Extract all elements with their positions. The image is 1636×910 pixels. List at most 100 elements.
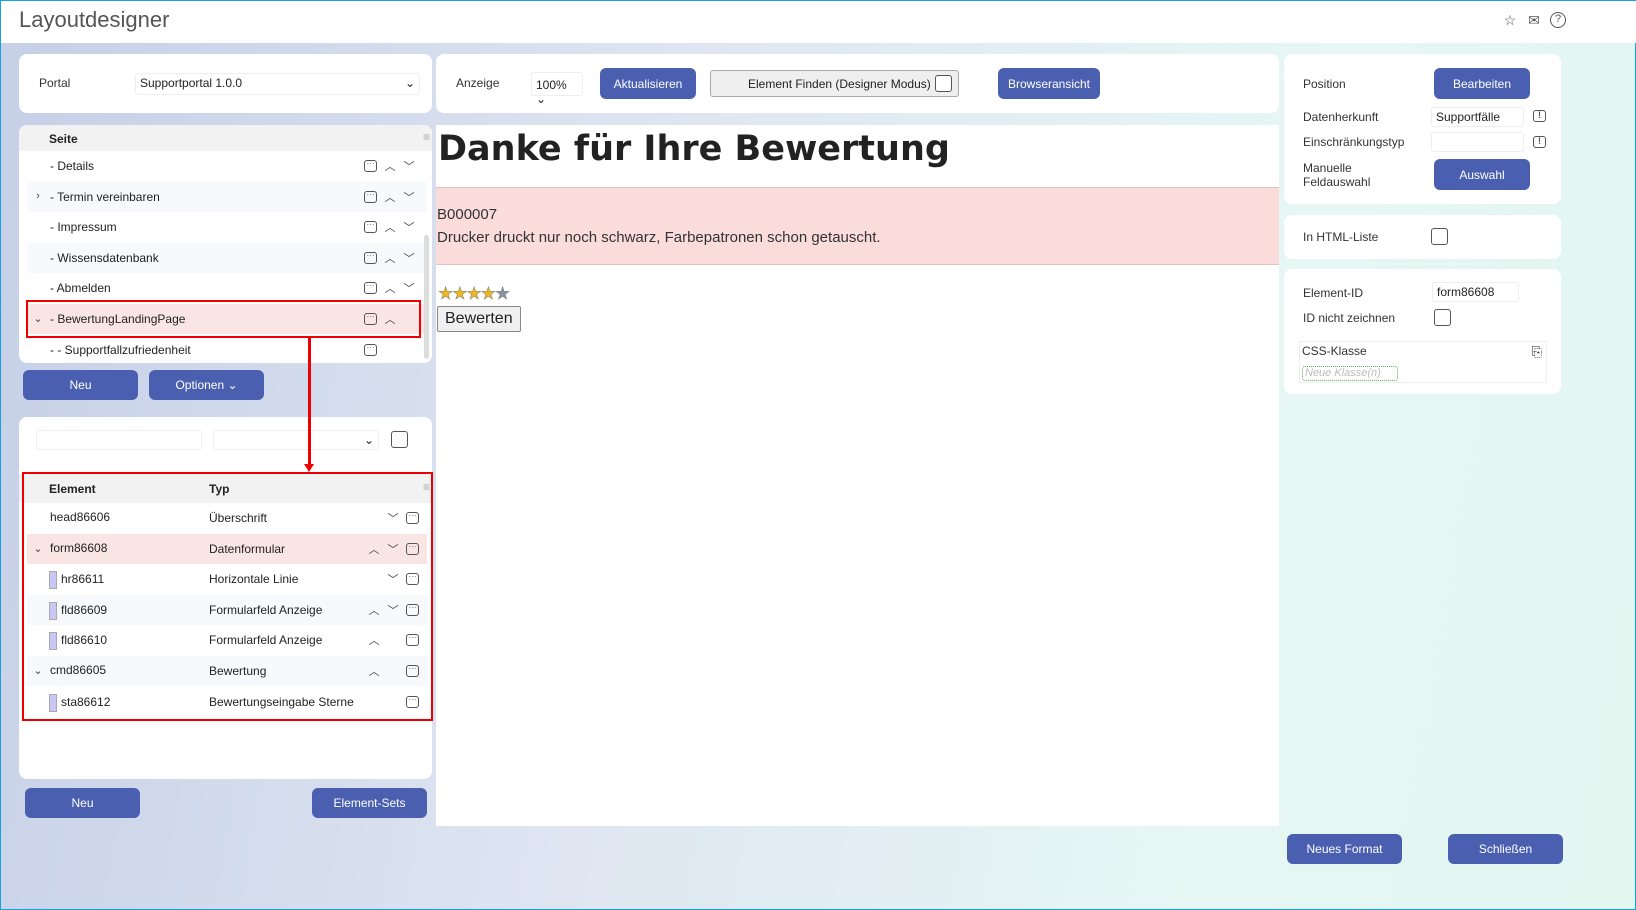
element-sets-button[interactable]: Element-Sets: [312, 788, 427, 818]
restriction-label: Einschränkungstyp: [1303, 135, 1405, 149]
pages-header-label: Seite: [49, 132, 78, 146]
star-icon[interactable]: ★: [480, 284, 496, 304]
no-id-checkbox[interactable]: [1434, 309, 1451, 326]
move-up-icon[interactable]: ︿: [383, 219, 397, 235]
star-icon[interactable]: ★: [452, 284, 468, 304]
new-format-button[interactable]: Neues Format: [1287, 834, 1402, 864]
source-field[interactable]: Supportfälle: [1431, 107, 1524, 127]
move-down-icon[interactable]: ﹀: [402, 250, 416, 266]
zoom-label: Anzeige: [456, 76, 500, 90]
move-down-icon[interactable]: ﹀: [402, 219, 416, 235]
more-icon[interactable]: ···: [364, 282, 377, 295]
html-list-panel: In HTML-Liste: [1284, 215, 1561, 259]
page-label: - Abmelden: [50, 281, 111, 296]
page-label: - Termin vereinbaren: [50, 189, 160, 204]
star-rating[interactable]: ★★★★★: [438, 284, 511, 304]
move-up-icon[interactable]: ︿: [383, 158, 397, 174]
move-up-icon[interactable]: ︿: [383, 250, 397, 266]
more-icon[interactable]: ···: [364, 251, 377, 264]
more-icon[interactable]: ···: [364, 160, 377, 172]
arrow-head-icon: [304, 464, 314, 472]
css-class-box: CSS-Klasse ⎘ Neue Klasse(n): [1299, 341, 1547, 383]
browser-view-button[interactable]: Browseransicht: [998, 68, 1100, 99]
element-properties-panel: Element-ID form86608 ID nicht zeichnen C…: [1284, 269, 1561, 394]
type-filter-select[interactable]: ⌄: [213, 430, 379, 450]
find-element-label: Element Finden (Designer Modus): [748, 77, 931, 91]
zoom-value: 100%: [536, 78, 567, 92]
toolbar: Anzeige 100% ⌄ Aktualisieren Element Fin…: [436, 54, 1279, 113]
page-item[interactable]: - Details ··· ︿ ﹀: [27, 151, 427, 181]
help-icon[interactable]: ?: [1550, 12, 1566, 28]
find-element-toggle[interactable]: Element Finden (Designer Modus): [710, 70, 959, 97]
move-down-icon[interactable]: ﹀: [402, 158, 416, 174]
mail-icon[interactable]: ✉: [1526, 12, 1542, 28]
column-menu-icon[interactable]: ≡: [423, 130, 430, 144]
page-label: - Impressum: [50, 220, 117, 235]
element-id-field[interactable]: form86608: [1432, 282, 1519, 302]
chevron-down-icon: ⌄: [404, 76, 415, 90]
more-icon[interactable]: ···: [364, 221, 377, 234]
preview-canvas: Danke für Ihre Bewertung B000007 Drucker…: [436, 125, 1279, 826]
find-element-checkbox[interactable]: [935, 75, 952, 92]
more-icon[interactable]: ···: [364, 343, 377, 356]
portal-select[interactable]: Supportportal 1.0.0 ⌄: [135, 73, 420, 95]
chevron-down-icon: ⌄: [363, 433, 374, 447]
move-down-icon[interactable]: ﹀: [402, 189, 416, 205]
options-button[interactable]: Optionen ⌄: [149, 370, 264, 400]
page-item[interactable]: - - Supportfallzufriedenheit ···: [27, 335, 427, 363]
no-id-label: ID nicht zeichnen: [1303, 311, 1396, 325]
css-class-label: CSS-Klasse: [1302, 344, 1367, 358]
page-label: - Wissensdatenbank: [50, 250, 159, 265]
preview-heading[interactable]: Danke für Ihre Bewertung: [438, 129, 950, 169]
page-item[interactable]: - Impressum ··· ︿ ﹀: [27, 212, 427, 242]
source-label: Datenherkunft: [1303, 110, 1379, 124]
edit-position-button[interactable]: Bearbeiten: [1434, 68, 1530, 99]
element-filter-input[interactable]: [36, 430, 202, 450]
filter-checkbox[interactable]: [391, 431, 408, 448]
html-list-checkbox[interactable]: [1431, 228, 1448, 245]
new-element-button[interactable]: Neu: [25, 788, 140, 818]
title-bar: [1, 1, 1636, 43]
case-id: B000007: [437, 206, 498, 223]
copy-icon[interactable]: ⎘: [1532, 344, 1542, 360]
warning-icon[interactable]: !: [1533, 110, 1546, 122]
star-icon[interactable]: ★: [466, 284, 482, 304]
page-label: - Details: [50, 159, 95, 173]
data-properties-panel: Position Bearbeiten Datenherkunft Suppor…: [1284, 54, 1561, 204]
annotation-box-elements: [22, 472, 433, 721]
restriction-field[interactable]: [1431, 132, 1524, 152]
move-down-icon[interactable]: ﹀: [402, 280, 416, 296]
pages-header: Seite ≡: [19, 125, 432, 151]
position-label: Position: [1303, 77, 1346, 91]
page-item[interactable]: - Wissensdatenbank ··· ︿ ﹀: [27, 242, 427, 273]
select-fields-button[interactable]: Auswahl: [1434, 159, 1530, 190]
annotation-arrow: [308, 338, 311, 466]
zoom-select[interactable]: 100% ⌄: [531, 72, 583, 106]
portal-label: Portal: [39, 76, 71, 90]
warning-icon[interactable]: !: [1533, 136, 1546, 148]
preview-form[interactable]: B000007 Drucker druckt nur noch schwarz,…: [436, 187, 1279, 265]
app-title: Layoutdesigner: [19, 7, 170, 32]
element-id-label: Element-ID: [1303, 286, 1364, 300]
portal-value: Supportportal 1.0.0: [140, 76, 243, 90]
page-item[interactable]: - Abmelden ··· ︿ ﹀: [27, 273, 427, 303]
expand-icon[interactable]: ›: [31, 190, 45, 202]
close-button[interactable]: Schließen: [1448, 834, 1563, 864]
rate-button[interactable]: Bewerten: [437, 306, 521, 332]
more-icon[interactable]: ···: [364, 190, 377, 203]
star-icon[interactable]: ★: [495, 284, 511, 304]
refresh-button[interactable]: Aktualisieren: [600, 68, 696, 99]
page-item[interactable]: › - Termin vereinbaren ··· ︿ ﹀: [27, 181, 427, 212]
html-list-label: In HTML-Liste: [1303, 230, 1379, 244]
star-icon[interactable]: ★: [438, 284, 454, 304]
case-text: Drucker druckt nur noch schwarz, Farbepa…: [437, 229, 881, 246]
new-page-button[interactable]: Neu: [23, 370, 138, 400]
move-up-icon[interactable]: ︿: [383, 189, 397, 205]
move-up-icon[interactable]: ︿: [383, 280, 397, 296]
annotation-box-page: [26, 300, 421, 338]
page-label: - - Supportfallzufriedenheit: [50, 342, 191, 357]
manual-field-label: Manuelle Feldauswahl: [1303, 161, 1371, 189]
pages-scrollbar[interactable]: [424, 235, 429, 359]
star-icon[interactable]: ☆: [1502, 12, 1518, 28]
css-class-input[interactable]: Neue Klasse(n): [1302, 366, 1398, 381]
